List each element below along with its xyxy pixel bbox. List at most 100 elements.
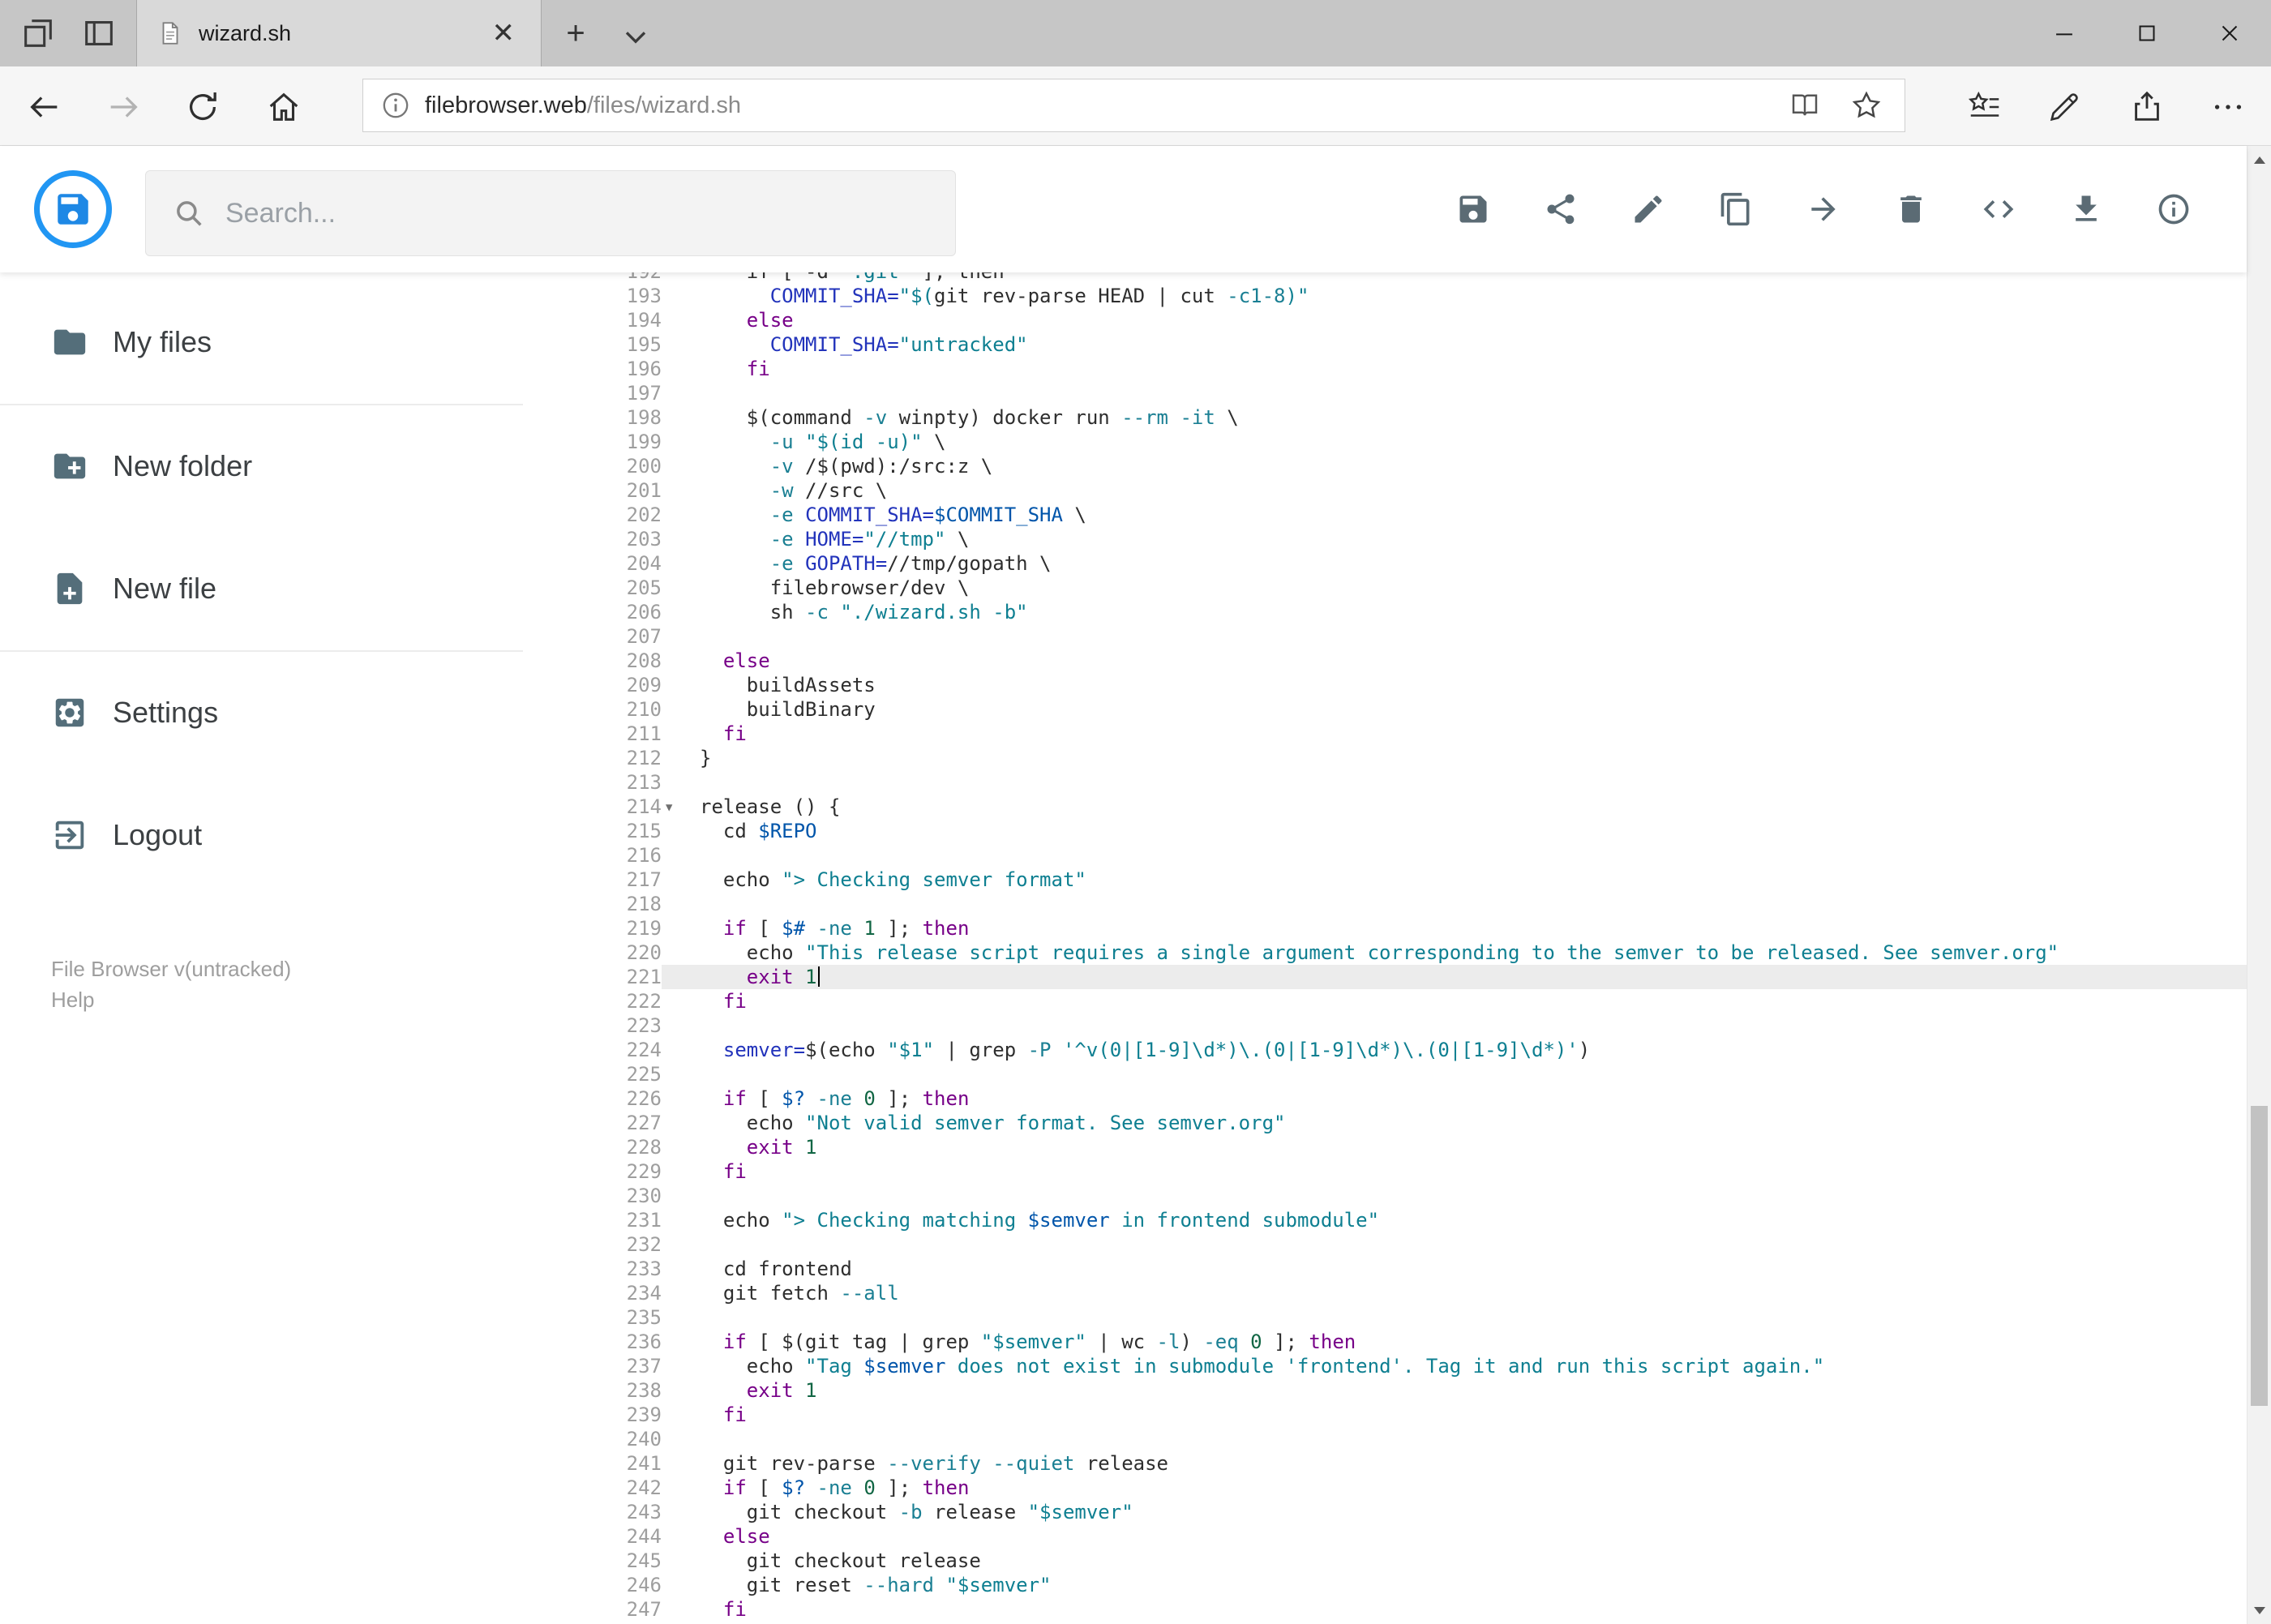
set-tabs-aside-icon[interactable] xyxy=(19,15,57,52)
forward-icon[interactable] xyxy=(105,88,142,126)
code-line[interactable]: 208 else xyxy=(523,649,2247,673)
sidebar-item-settings[interactable]: Settings xyxy=(0,650,523,773)
more-options-icon[interactable] xyxy=(2209,88,2247,126)
rename-button[interactable] xyxy=(1630,191,1666,227)
code-line[interactable]: 225 xyxy=(523,1062,2247,1086)
home-icon[interactable] xyxy=(265,88,302,126)
fold-arrow-icon[interactable]: ▼ xyxy=(666,795,672,820)
code-line[interactable]: 193 COMMIT_SHA="$(git rev-parse HEAD | c… xyxy=(523,284,2247,308)
sidebar-item-logout[interactable]: Logout xyxy=(0,773,523,897)
minimize-button[interactable] xyxy=(2023,0,2106,66)
code-line[interactable]: 230 xyxy=(523,1184,2247,1208)
source-view-button[interactable] xyxy=(1981,191,2016,227)
code-line[interactable]: 194 else xyxy=(523,308,2247,332)
move-button[interactable] xyxy=(1806,191,1841,227)
code-line[interactable]: 215 cd $REPO xyxy=(523,819,2247,843)
refresh-icon[interactable] xyxy=(184,88,221,126)
code-line[interactable]: 224 semver=$(echo "$1" | grep -P '^v(0|[… xyxy=(523,1038,2247,1062)
address-bar[interactable]: filebrowser.web/files/wizard.sh xyxy=(362,79,1905,132)
code-line[interactable]: 216 xyxy=(523,843,2247,868)
code-line[interactable]: 213 xyxy=(523,770,2247,795)
maximize-button[interactable] xyxy=(2106,0,2188,66)
favorites-hub-icon[interactable] xyxy=(1966,88,2003,126)
code-line[interactable]: 200 -v /$(pwd):/src:z \ xyxy=(523,454,2247,478)
tab-close-icon[interactable]: ✕ xyxy=(486,16,522,50)
code-line[interactable]: 201 -w //src \ xyxy=(523,478,2247,503)
code-line[interactable]: 245 git checkout release xyxy=(523,1549,2247,1573)
code-line[interactable]: 242 if [ $? -ne 0 ]; then xyxy=(523,1476,2247,1500)
code-line[interactable]: 237 echo "Tag $semver does not exist in … xyxy=(523,1354,2247,1378)
page-scrollbar[interactable] xyxy=(2247,146,2271,1624)
filebrowser-logo-icon[interactable] xyxy=(34,170,112,248)
scrollbar-thumb[interactable] xyxy=(2251,1106,2268,1406)
code-line[interactable]: 238 exit 1 xyxy=(523,1378,2247,1403)
close-window-button[interactable] xyxy=(2188,0,2271,66)
new-tab-button[interactable]: + xyxy=(558,16,593,52)
code-line[interactable]: 223 xyxy=(523,1013,2247,1038)
code-line[interactable]: 227 echo "Not valid semver format. See s… xyxy=(523,1111,2247,1135)
code-line[interactable]: 239 fi xyxy=(523,1403,2247,1427)
code-line[interactable]: 232 xyxy=(523,1232,2247,1257)
save-button[interactable] xyxy=(1455,191,1491,227)
code-line[interactable]: 195 COMMIT_SHA="untracked" xyxy=(523,332,2247,357)
code-line[interactable]: 243 git checkout -b release "$semver" xyxy=(523,1500,2247,1524)
scroll-down-arrow-icon[interactable] xyxy=(2247,1596,2271,1624)
code-line[interactable]: 211 fi xyxy=(523,722,2247,746)
code-line[interactable]: 220 echo "This release script requires a… xyxy=(523,941,2247,965)
code-line[interactable]: 210 buildBinary xyxy=(523,697,2247,722)
search-input[interactable]: Search... xyxy=(145,170,956,256)
code-line[interactable]: 212} xyxy=(523,746,2247,770)
code-line[interactable]: 209 buildAssets xyxy=(523,673,2247,697)
code-line[interactable]: 198 $(command -v winpty) docker run --rm… xyxy=(523,405,2247,430)
code-line[interactable]: 233 cd frontend xyxy=(523,1257,2247,1281)
code-line[interactable]: 226 if [ $? -ne 0 ]; then xyxy=(523,1086,2247,1111)
browser-tab[interactable]: wizard.sh ✕ xyxy=(136,0,542,66)
code-editor[interactable]: 192 if [ -d ".git" ]; then193 COMMIT_SHA… xyxy=(523,272,2247,1624)
sidebar-item-my-files[interactable]: My files xyxy=(0,281,523,404)
tabs-set-aside-icon[interactable] xyxy=(80,15,118,52)
help-link[interactable]: Help xyxy=(51,984,291,1015)
code-line[interactable]: 244 else xyxy=(523,1524,2247,1549)
code-line[interactable]: 219 if [ $# -ne 1 ]; then xyxy=(523,916,2247,941)
scroll-up-arrow-icon[interactable] xyxy=(2247,146,2271,174)
code-line[interactable]: 203 -e HOME="//tmp" \ xyxy=(523,527,2247,551)
code-line[interactable]: 234 git fetch --all xyxy=(523,1281,2247,1305)
code-line[interactable]: 235 xyxy=(523,1305,2247,1330)
share-page-icon[interactable] xyxy=(2128,88,2166,126)
code-line[interactable]: 204 -e GOPATH=//tmp/gopath \ xyxy=(523,551,2247,576)
code-line[interactable]: 217 echo "> Checking semver format" xyxy=(523,868,2247,892)
code-line[interactable]: 192 if [ -d ".git" ]; then xyxy=(523,272,2247,284)
code-line[interactable]: 199 -u "$(id -u)" \ xyxy=(523,430,2247,454)
code-line[interactable]: 202 -e COMMIT_SHA=$COMMIT_SHA \ xyxy=(523,503,2247,527)
code-line[interactable]: 221 exit 1 xyxy=(523,965,2247,989)
back-icon[interactable] xyxy=(26,88,63,126)
code-line[interactable]: 246 git reset --hard "$semver" xyxy=(523,1573,2247,1597)
code-line[interactable]: 240 xyxy=(523,1427,2247,1451)
sidebar-item-new-file[interactable]: New file xyxy=(0,527,523,650)
share-button[interactable] xyxy=(1543,191,1579,227)
code-line[interactable]: 222 fi xyxy=(523,989,2247,1013)
info-button[interactable] xyxy=(2156,191,2192,227)
code-line[interactable]: 236 if [ $(git tag | grep "$semver" | wc… xyxy=(523,1330,2247,1354)
site-info-icon[interactable] xyxy=(379,89,412,122)
code-line[interactable]: 207 xyxy=(523,624,2247,649)
code-line[interactable]: 196 fi xyxy=(523,357,2247,381)
web-note-pen-icon[interactable] xyxy=(2046,88,2083,126)
code-line[interactable]: 247 fi xyxy=(523,1597,2247,1622)
reading-view-icon[interactable] xyxy=(1788,88,1822,122)
code-line[interactable]: 205 filebrowser/dev \ xyxy=(523,576,2247,600)
delete-button[interactable] xyxy=(1893,191,1929,227)
add-favorite-star-icon[interactable] xyxy=(1849,88,1883,122)
code-line[interactable]: 231 echo "> Checking matching $semver in… xyxy=(523,1208,2247,1232)
code-line[interactable]: 206 sh -c "./wizard.sh -b" xyxy=(523,600,2247,624)
copy-button[interactable] xyxy=(1718,191,1754,227)
sidebar-item-new-folder[interactable]: New folder xyxy=(0,404,523,527)
code-line[interactable]: 214 ▼ release () { xyxy=(523,795,2247,819)
code-line[interactable]: 229 fi xyxy=(523,1159,2247,1184)
tab-preview-chevron-icon[interactable] xyxy=(618,18,653,50)
download-button[interactable] xyxy=(2068,191,2104,227)
code-line[interactable]: 197 xyxy=(523,381,2247,405)
code-line[interactable]: 218 xyxy=(523,892,2247,916)
code-line[interactable]: 241 git rev-parse --verify --quiet relea… xyxy=(523,1451,2247,1476)
code-line[interactable]: 228 exit 1 xyxy=(523,1135,2247,1159)
